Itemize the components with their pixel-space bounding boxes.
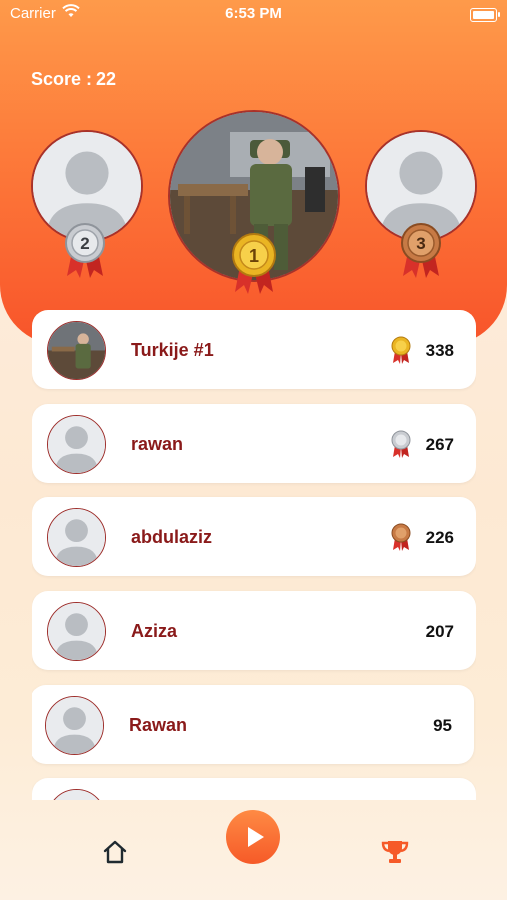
player-points: 338: [425, 341, 454, 360]
default-avatar-icon: [48, 416, 105, 473]
avatar: [47, 602, 106, 661]
default-avatar-icon: [48, 603, 105, 660]
status-bar: Carrier 6:53 PM: [0, 4, 507, 27]
player-name: abdulaziz: [131, 527, 213, 547]
avatar: [47, 415, 106, 474]
rank-number: 2: [80, 234, 89, 253]
rank-number: 1: [249, 246, 259, 266]
rank-number: 3: [416, 234, 425, 253]
player-name: Aziza: [131, 621, 178, 641]
leaderboard-row[interactable]: Aziza 207: [32, 591, 476, 670]
default-avatar-icon: [46, 697, 103, 754]
player-name: Rawan: [129, 715, 188, 735]
leaderboard-row[interactable]: rawan 267: [32, 404, 476, 483]
default-avatar-icon: [48, 509, 105, 566]
battery-icon: [470, 8, 500, 22]
leaderboard-row[interactable]: Rawan 95: [32, 685, 474, 764]
player-name: rawan: [131, 434, 184, 454]
podium-second[interactable]: 2: [31, 130, 143, 280]
player-points: 95: [433, 716, 452, 735]
score-value: 22: [96, 69, 117, 89]
player-name: Turkije #1: [131, 340, 214, 360]
gold-medal-icon: 1: [231, 232, 277, 301]
leaderboard-row[interactable]: Turkije #1 338: [32, 310, 476, 389]
bronze-medal-icon: 3: [400, 222, 442, 285]
avatar: [47, 789, 106, 800]
avatar: [47, 508, 106, 567]
score-display: Score :22: [31, 69, 120, 90]
home-icon[interactable]: [101, 838, 129, 866]
gold-medal-icon: [390, 336, 412, 369]
score-label: Score :: [31, 69, 93, 89]
silver-medal-icon: 2: [64, 222, 106, 285]
avatar: [47, 321, 106, 380]
silver-medal-icon: [390, 430, 412, 463]
podium-third[interactable]: 3: [365, 130, 477, 280]
clock: 6:53 PM: [225, 5, 282, 22]
leaderboard-row[interactable]: [32, 778, 476, 800]
player-points: 207: [425, 622, 454, 641]
leaderboard-row[interactable]: abdulaziz 226: [32, 497, 476, 576]
bottom-tab-bar: [0, 800, 507, 900]
default-avatar-icon: [48, 790, 105, 800]
podium-first[interactable]: 1: [168, 110, 340, 300]
avatar: [45, 696, 104, 755]
leaderboard-list[interactable]: Turkije #1 338 rawan 267 abdulaziz 226 A…: [32, 310, 476, 800]
player-points: 226: [425, 528, 454, 547]
bronze-medal-icon: [390, 523, 412, 556]
player-points: 267: [425, 435, 454, 454]
play-button[interactable]: [226, 810, 280, 864]
header-background: Carrier 6:53 PM Score :22 2 1 3: [0, 0, 507, 345]
trophy-icon[interactable]: [380, 838, 410, 866]
